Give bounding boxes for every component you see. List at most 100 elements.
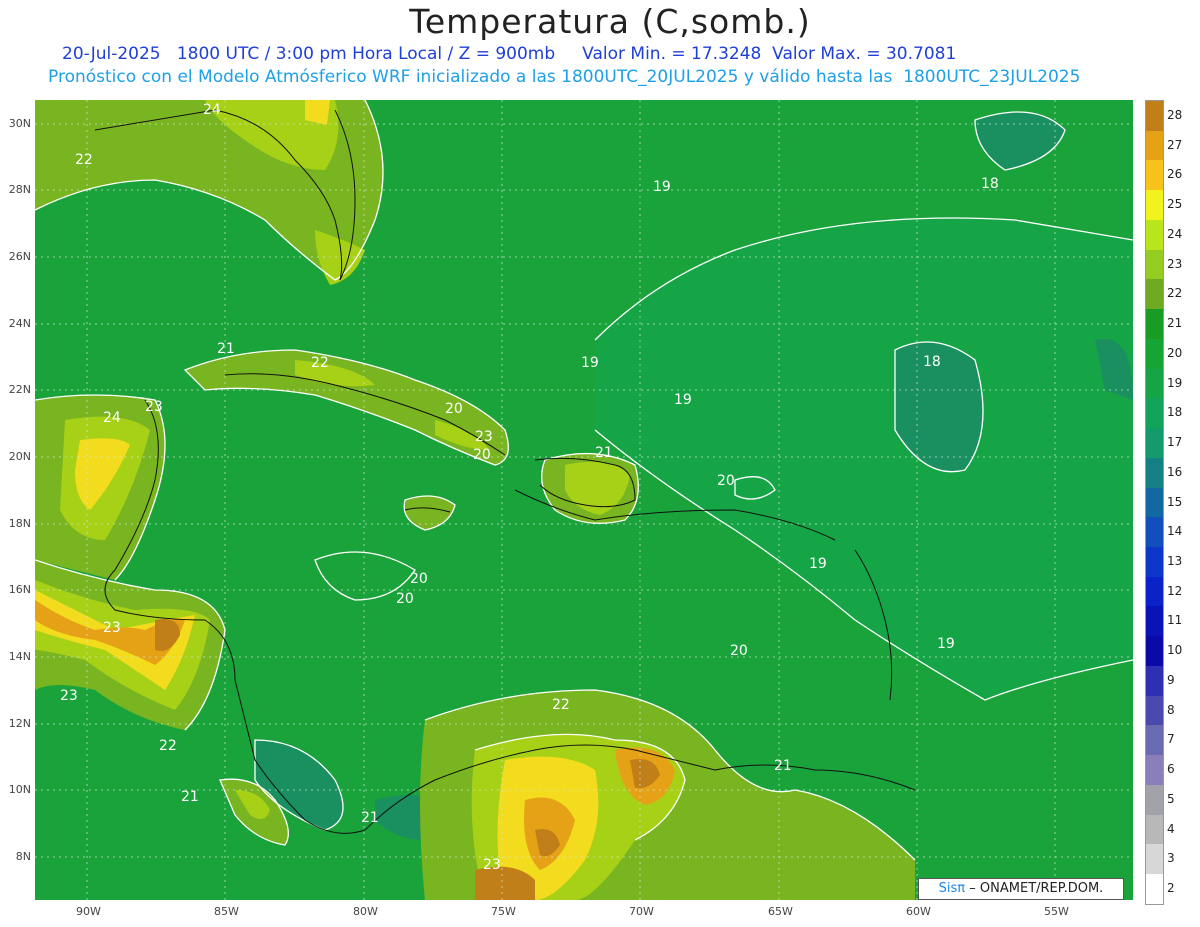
lat-label: 10N (8, 783, 31, 796)
contour-label: 20 (473, 447, 491, 463)
subtitle-line-1: 20-Jul-2025 1800 UTC / 3:00 pm Hora Loca… (62, 44, 957, 64)
colorbar-swatch (1146, 755, 1163, 785)
contour-label: 22 (552, 697, 570, 713)
contour-label: 23 (475, 429, 493, 445)
colorbar-label: 16 (1167, 464, 1183, 479)
lat-label: 16N (8, 583, 31, 596)
colorbar-swatch (1146, 309, 1163, 339)
colorbar-swatch (1146, 874, 1163, 904)
colorbar-swatch (1146, 784, 1163, 815)
colorbar-label: 13 (1167, 553, 1183, 568)
contour-label: 20 (717, 473, 735, 489)
colorbar-swatch (1146, 398, 1163, 429)
colorbar-label: 24 (1167, 226, 1183, 241)
contour-label: 23 (103, 620, 121, 636)
lat-label: 30N (8, 117, 31, 130)
contour-label: 21 (181, 789, 199, 805)
contour-label: 19 (937, 636, 955, 652)
colorbar-label: 8 (1167, 702, 1175, 717)
colorbar-label: 10 (1167, 643, 1183, 658)
colorbar-label: 19 (1167, 375, 1183, 390)
lat-label: 12N (8, 717, 31, 730)
colorbar-label: 7 (1167, 732, 1175, 747)
contour-label: 21 (774, 758, 792, 774)
contour-label: 18 (981, 176, 999, 192)
lat-label: 14N (8, 650, 31, 663)
credit-box: Sisπ – ONAMET/REP.DOM. (918, 878, 1124, 900)
colorbar-label: 17 (1167, 435, 1183, 450)
colorbar-label: 5 (1167, 791, 1175, 806)
contour-label: 24 (103, 410, 121, 426)
credit-text: – ONAMET/REP.DOM. (969, 881, 1104, 896)
temperature-field: 24 22 23 24 21 22 20 23 21 20 20 20 23 2… (35, 100, 1133, 900)
lon-label: 55W (1044, 905, 1069, 918)
chart-title: Temperatura (C,somb.) (409, 2, 811, 41)
contour-label: 23 (483, 857, 501, 873)
lon-label: 70W (629, 905, 654, 918)
colorbar-swatch (1146, 487, 1163, 518)
colorbar-label: 22 (1167, 286, 1183, 301)
colorbar-swatch (1146, 547, 1163, 577)
contour-label: 23 (145, 399, 163, 415)
colorbar-swatch (1146, 160, 1163, 191)
contour-label: 22 (159, 738, 177, 754)
colorbar-swatch (1146, 844, 1163, 875)
colorbar-swatch (1146, 665, 1163, 696)
lat-label: 8N (15, 850, 31, 863)
sis-logo: Sisπ (938, 881, 966, 896)
colorbar-swatch (1146, 725, 1163, 756)
contour-label: 19 (653, 179, 671, 195)
colorbar-label: 9 (1167, 672, 1175, 687)
colorbar (1145, 100, 1164, 905)
lat-label: 22N (8, 383, 31, 396)
subtitle-line-2: Pronóstico con el Modelo Atmósferico WRF… (48, 67, 1081, 87)
colorbar-swatch (1146, 219, 1163, 250)
contour-label: 22 (75, 152, 93, 168)
weather-map: 24 22 23 24 21 22 20 23 21 20 20 20 23 2… (35, 100, 1133, 900)
contour-label: 19 (674, 392, 692, 408)
colorbar-label: 21 (1167, 316, 1183, 331)
lat-label: 20N (8, 450, 31, 463)
contour-label: 22 (311, 355, 329, 371)
colorbar-swatch (1146, 576, 1163, 607)
colorbar-swatch (1146, 695, 1163, 726)
colorbar-label: 23 (1167, 256, 1183, 271)
colorbar-swatch (1146, 636, 1163, 666)
lat-label: 28N (8, 183, 31, 196)
lon-label: 80W (353, 905, 378, 918)
colorbar-label: 15 (1167, 494, 1183, 509)
colorbar-label: 6 (1167, 762, 1175, 777)
lat-label: 24N (8, 317, 31, 330)
colorbar-label: 27 (1167, 137, 1183, 152)
colorbar-swatch (1146, 606, 1163, 637)
colorbar-swatch (1146, 457, 1163, 488)
colorbar-label: 3 (1167, 851, 1175, 866)
colorbar-label: 28 (1167, 107, 1183, 122)
contour-label: 19 (809, 556, 827, 572)
colorbar-label: 14 (1167, 524, 1183, 539)
colorbar-label: 25 (1167, 197, 1183, 212)
lon-label: 65W (768, 905, 793, 918)
contour-label: 20 (445, 401, 463, 417)
lat-label: 26N (8, 250, 31, 263)
contour-label: 19 (581, 355, 599, 371)
colorbar-swatch (1146, 428, 1163, 458)
colorbar-swatch (1146, 190, 1163, 220)
lon-label: 85W (214, 905, 239, 918)
lat-label: 18N (8, 517, 31, 530)
colorbar-label: 2 (1167, 881, 1175, 896)
contour-label: 24 (203, 102, 221, 118)
contour-label: 20 (730, 643, 748, 659)
lon-label: 90W (76, 905, 101, 918)
contour-label: 21 (217, 341, 235, 357)
colorbar-label: 12 (1167, 583, 1183, 598)
contour-label: 20 (410, 571, 428, 587)
colorbar-swatch (1146, 249, 1163, 280)
contour-label: 18 (923, 354, 941, 370)
colorbar-swatch (1146, 368, 1163, 399)
lon-label: 60W (906, 905, 931, 918)
colorbar-swatch (1146, 814, 1163, 845)
contour-label: 21 (361, 810, 379, 826)
colorbar-label: 4 (1167, 821, 1175, 836)
colorbar-swatch (1146, 101, 1163, 131)
